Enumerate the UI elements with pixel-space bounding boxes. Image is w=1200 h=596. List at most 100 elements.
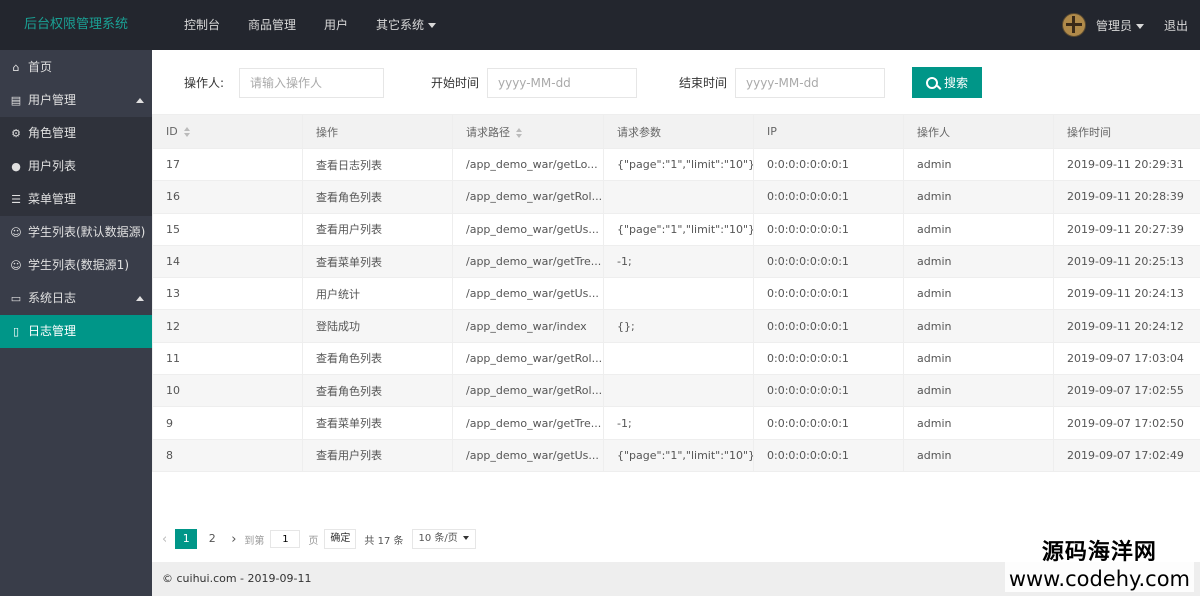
user-icon: ● — [11, 160, 21, 173]
page-suffix: 页 — [308, 535, 319, 547]
table-row[interactable]: 10 查看角色列表/app_demo_war/getRol... 0:0:0:0:0… — [152, 374, 1200, 408]
table-row[interactable]: 16 查看角色列表/app_demo_war/getRol... 0:0:0:0:0… — [152, 180, 1200, 214]
cell-params: {"page":"1","limit":"10"}; — [603, 438, 754, 472]
table-header-row: ID 操作 请求路径 请求参数 IP 操作人 操作时间 — [152, 114, 1200, 149]
cell-params — [603, 180, 754, 214]
cell-time: 2019-09-11 20:29:31 — [1053, 147, 1200, 182]
prev-page-icon[interactable]: ‹ — [162, 532, 167, 547]
watermark: 源码海洋网 www.codehy.com — [1004, 540, 1194, 592]
cell-id: 9 — [152, 406, 303, 440]
start-time-label: 开始时间 — [431, 76, 480, 90]
cell-id: 15 — [152, 212, 303, 246]
end-time-input[interactable] — [735, 68, 885, 98]
next-page-icon[interactable]: › — [231, 532, 236, 547]
cell-operator: admin — [903, 244, 1054, 279]
sidebar-item-home[interactable]: ⌂ 首页 — [0, 51, 152, 84]
table-row[interactable]: 12 登陆成功/app_demo_war/index {}; 0:0:0:0:0:0:… — [152, 309, 1200, 343]
table-row[interactable]: 8 查看用户列表/app_demo_war/getUs... {"page":"1"… — [152, 438, 1200, 472]
table-row[interactable]: 14 查看菜单列表/app_demo_war/getTre... -1; 0:0:0:… — [152, 244, 1200, 279]
col-header-operator: 操作人 — [903, 114, 1054, 149]
chevron-down-icon — [428, 23, 437, 28]
logout-link[interactable]: 退出 — [1164, 17, 1188, 34]
col-header-id[interactable]: ID — [152, 114, 303, 149]
app-logo-title[interactable]: 后台权限管理系统 — [0, 0, 152, 50]
start-time-input[interactable] — [487, 68, 637, 98]
cell-id: 8 — [152, 438, 303, 472]
total-count: 共 17 条 — [364, 535, 404, 547]
search-button-label: 搜索 — [943, 76, 968, 90]
cell-params — [603, 374, 754, 408]
cell-action: 查看菜单列表 — [302, 406, 453, 440]
sidebar-item-user-list[interactable]: ● 用户列表 — [0, 150, 152, 183]
col-header-path[interactable]: 请求路径 — [452, 114, 604, 149]
page-1[interactable]: 1 — [175, 529, 198, 549]
cell-id: 14 — [152, 244, 303, 279]
sidebar-item-label: 系统日志 — [28, 291, 77, 305]
goto-page-input[interactable] — [270, 530, 301, 548]
cell-time: 2019-09-07 17:02:49 — [1053, 438, 1200, 472]
cell-ip: 0:0:0:0:0:0:0:1 — [753, 277, 904, 311]
cell-params: {"page":"1","limit":"10"}; — [603, 147, 754, 182]
cell-action: 查看用户列表 — [302, 212, 453, 246]
chevron-up-icon — [136, 98, 144, 103]
avatar[interactable] — [1061, 13, 1086, 37]
cell-id: 11 — [152, 341, 303, 376]
page-size-value: 10 条/页 — [418, 533, 458, 544]
cell-path: /app_demo_war/getTre... — [452, 244, 604, 279]
cell-params: -1; — [603, 244, 754, 279]
cell-path: /app_demo_war/getRol... — [452, 180, 604, 214]
search-bar: 操作人: 开始时间 结束时间 搜索 — [152, 50, 1200, 114]
cell-id: 17 — [152, 147, 303, 182]
chevron-down-icon — [1135, 23, 1144, 29]
cell-time: 2019-09-07 17:02:55 — [1053, 374, 1200, 408]
sidebar-item-menu-management[interactable]: ☰ 菜单管理 — [0, 183, 152, 216]
cell-id: 13 — [152, 277, 303, 311]
table-row[interactable]: 11 查看角色列表/app_demo_war/getRol... 0:0:0:0:0… — [152, 341, 1200, 376]
table-row[interactable]: 17 查看日志列表/app_demo_war/getLo... {"page":"1… — [152, 147, 1200, 182]
operator-input[interactable] — [239, 68, 384, 98]
cell-action: 查看角色列表 — [302, 341, 453, 376]
sidebar-item-student-list-default[interactable]: ☺ 学生列表(默认数据源) — [0, 216, 152, 249]
watermark-line2: www.codehy.com — [1008, 567, 1190, 591]
nav-products[interactable]: 商品管理 — [234, 0, 310, 50]
goto-confirm-button[interactable]: 确定 — [324, 529, 357, 549]
cell-action: 查看用户列表 — [302, 438, 453, 472]
table-row[interactable]: 13 用户统计/app_demo_war/getUs... 0:0:0:0:0:0:… — [152, 277, 1200, 311]
nav-console[interactable]: 控制台 — [170, 0, 234, 50]
search-icon — [925, 76, 938, 89]
cell-ip: 0:0:0:0:0:0:0:1 — [753, 180, 904, 214]
table-row[interactable]: 15 查看用户列表/app_demo_war/getUs... {"page":"1… — [152, 212, 1200, 246]
sidebar-group-user-management[interactable]: ▤ 用户管理 — [0, 84, 152, 117]
cell-path: /app_demo_war/getUs... — [452, 212, 604, 246]
note-icon: ▯ — [12, 325, 20, 338]
pagination: ‹ 1 2 › 到第 页 确定 共 17 条 10 条/页 — [162, 528, 476, 550]
cell-action: 查看角色列表 — [302, 374, 453, 408]
search-button[interactable]: 搜索 — [912, 67, 982, 98]
cell-path: /app_demo_war/index — [452, 309, 604, 343]
sort-icon[interactable] — [516, 127, 522, 138]
table-row[interactable]: 9 查看菜单列表/app_demo_war/getTre... -1; 0:0:0:0… — [152, 406, 1200, 440]
cell-time: 2019-09-07 17:02:50 — [1053, 406, 1200, 440]
sidebar-item-log-management[interactable]: ▯ 日志管理 — [0, 315, 152, 348]
nav-users[interactable]: 用户 — [310, 0, 362, 50]
sidebar-group-system-log[interactable]: ▭ 系统日志 — [0, 282, 152, 315]
user-name: 管理员 — [1095, 18, 1132, 33]
sidebar-item-label: 学生列表(默认数据源) — [28, 225, 146, 239]
user-menu[interactable]: 管理员 — [1096, 17, 1144, 34]
sidebar-item-student-list-ds1[interactable]: ☺ 学生列表(数据源1) — [0, 249, 152, 282]
log-icon: ▭ — [10, 292, 22, 305]
cell-operator: admin — [903, 309, 1054, 343]
page-size-select[interactable]: 10 条/页 — [411, 529, 476, 549]
sort-icon[interactable] — [183, 127, 190, 137]
cell-time: 2019-09-11 20:28:39 — [1053, 180, 1200, 214]
cell-id: 16 — [152, 180, 303, 214]
cell-params: {"page":"1","limit":"10"}; — [603, 212, 754, 246]
cell-path: /app_demo_war/getUs... — [452, 438, 604, 472]
sidebar-item-label: 用户管理 — [28, 93, 77, 107]
cell-path: /app_demo_war/getTre... — [452, 406, 604, 440]
chevron-up-icon — [136, 296, 144, 301]
sidebar-item-label: 首页 — [28, 60, 53, 74]
page-2[interactable]: 2 — [201, 529, 223, 549]
nav-other-systems[interactable]: 其它系统 — [362, 0, 450, 50]
sidebar-item-role-management[interactable]: ⚙ 角色管理 — [0, 117, 152, 150]
